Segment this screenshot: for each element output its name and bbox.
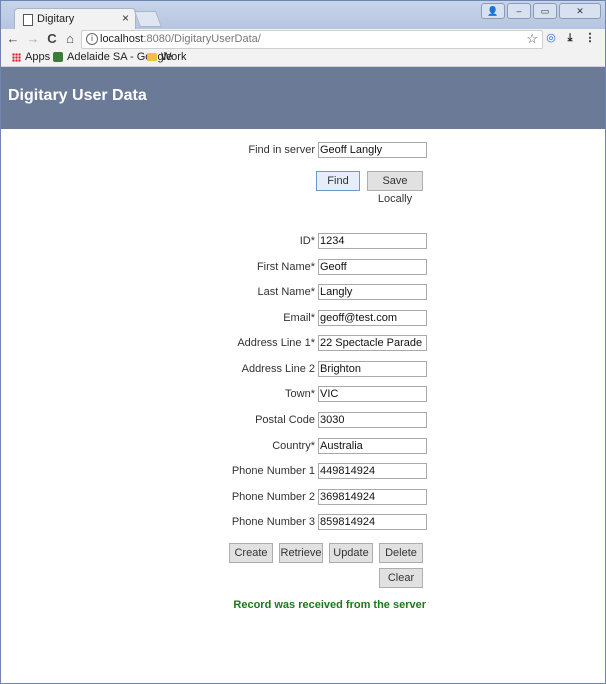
browser-toolbar: ← → C ⌂ i localhost:8080/DigitaryUserDat…	[1, 29, 605, 49]
bookmarks-bar: Apps Adelaide SA - Google Work	[1, 49, 605, 67]
apps-grid-icon	[12, 52, 21, 62]
bookmark-apps[interactable]: Apps	[12, 51, 50, 63]
id-label: ID*	[299, 235, 315, 247]
find-input[interactable]	[318, 142, 427, 158]
find-label: Find in server	[248, 144, 315, 156]
reload-icon[interactable]: C	[44, 30, 60, 48]
address-line-2-label: Address Line 2	[241, 363, 315, 375]
last-name-label: Last Name*	[257, 286, 315, 298]
phone-number-1-input[interactable]	[318, 463, 427, 479]
browser-window: Digitary × 👤 – ▭ ✕ ← → C ⌂ i localhost:8…	[0, 0, 606, 684]
postal-code-label: Postal Code	[255, 414, 315, 426]
bookmark-label: Apps	[25, 51, 51, 63]
town-label: Town*	[285, 388, 315, 400]
country-input[interactable]	[318, 438, 427, 454]
bookmark-star-icon[interactable]: ☆	[526, 31, 538, 47]
phone-number-2-label: Phone Number 2	[231, 491, 315, 503]
folder-icon	[147, 53, 157, 61]
new-tab-button[interactable]	[134, 11, 162, 27]
url-host: localhost	[100, 33, 144, 45]
page-title: Digitary User Data	[8, 87, 147, 104]
bookmark-label: Work	[161, 51, 187, 63]
info-icon[interactable]: i	[86, 33, 98, 45]
tab-close-icon[interactable]: ×	[122, 11, 129, 25]
weather-icon	[53, 52, 63, 62]
save-locally-button[interactable]: Save Locally	[367, 171, 423, 205]
close-window-button[interactable]: ✕	[559, 3, 601, 19]
town-input[interactable]	[318, 386, 427, 402]
find-button[interactable]: Find	[316, 171, 360, 191]
first-name-label: First Name*	[256, 261, 315, 273]
last-name-input[interactable]	[318, 284, 427, 300]
back-arrow-icon[interactable]: ←	[5, 30, 21, 48]
page-header: Digitary User Data	[1, 67, 605, 129]
extension-icon[interactable]: ◎	[544, 31, 558, 45]
email-label: Email*	[283, 312, 315, 324]
user-profile-button[interactable]: 👤	[481, 3, 505, 19]
page-icon	[23, 14, 33, 26]
tab-digitary[interactable]: Digitary ×	[14, 8, 136, 30]
first-name-input[interactable]	[318, 259, 427, 275]
phone-number-3-input[interactable]	[318, 514, 427, 530]
home-icon[interactable]: ⌂	[62, 30, 78, 48]
forward-arrow-icon[interactable]: →	[25, 30, 41, 48]
download-icon[interactable]: ⤓	[563, 31, 577, 45]
phone-number-3-label: Phone Number 3	[231, 516, 315, 528]
create-button[interactable]: Create	[229, 543, 273, 563]
address-line-1-label: Address Line 1*	[237, 337, 315, 349]
url-text: localhost:8080/DigitaryUserData/	[100, 33, 261, 45]
status-message: Record was received from the server	[233, 599, 426, 611]
tab-title: Digitary	[37, 13, 75, 25]
minimize-button[interactable]: –	[507, 3, 531, 19]
bookmark-work[interactable]: Work	[147, 51, 186, 63]
postal-code-input[interactable]	[318, 412, 427, 428]
delete-button[interactable]: Delete	[379, 543, 423, 563]
phone-number-1-label: Phone Number 1	[231, 465, 315, 477]
email-input[interactable]	[318, 310, 427, 326]
tab-strip: Digitary × 👤 – ▭ ✕	[1, 1, 605, 30]
address-line-1-input[interactable]	[318, 335, 427, 351]
window-controls: 👤 – ▭ ✕	[481, 3, 601, 19]
menu-icon[interactable]: ⋮	[583, 31, 597, 45]
url-path: :8080/DigitaryUserData/	[143, 33, 261, 45]
maximize-button[interactable]: ▭	[533, 3, 557, 19]
retrieve-button[interactable]: Retrieve	[279, 543, 323, 563]
country-label: Country*	[272, 440, 315, 452]
address-bar[interactable]: i localhost:8080/DigitaryUserData/ ☆	[81, 30, 543, 49]
clear-button[interactable]: Clear	[379, 568, 423, 588]
id-input[interactable]	[318, 233, 427, 249]
phone-number-2-input[interactable]	[318, 489, 427, 505]
address-line-2-input[interactable]	[318, 361, 427, 377]
update-button[interactable]: Update	[329, 543, 373, 563]
